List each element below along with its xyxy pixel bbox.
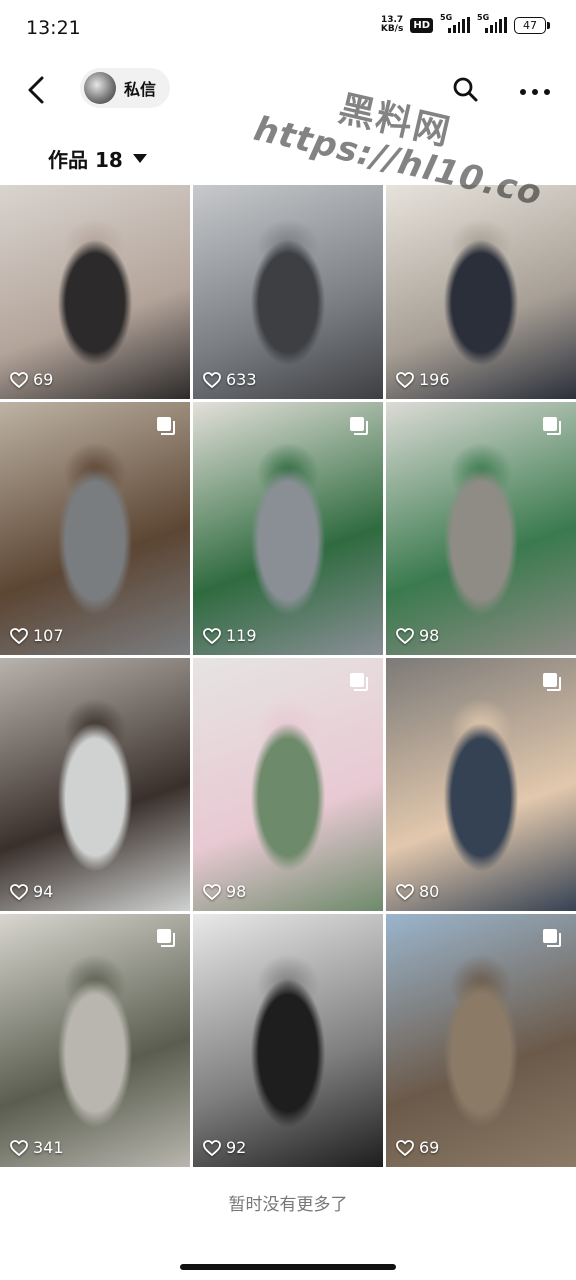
home-indicator[interactable] [180,1264,396,1270]
video-tile[interactable]: 94 [0,658,190,911]
heart-icon [10,883,28,900]
multi-image-icon [157,929,175,947]
caret-down-icon [132,154,147,163]
heart-icon [10,627,28,644]
like-count: 98 [396,626,439,645]
video-tile[interactable]: 98 [386,402,576,655]
heart-icon [396,627,414,644]
video-thumbnail [0,914,190,1167]
video-thumbnail [386,402,576,655]
video-tile[interactable]: 119 [193,402,383,655]
video-tile[interactable]: 107 [0,402,190,655]
search-icon [453,77,478,102]
signal-icon-2: 5G [477,13,507,33]
signal-icon: 5G [440,13,470,33]
heart-icon [396,1139,414,1156]
net-speed: 13.7 KB/s [380,15,404,34]
like-count: 196 [396,370,450,389]
video-thumbnail [386,185,576,399]
hd-icon: HD [410,17,433,33]
message-label: 私信 [124,80,157,99]
chevron-left-icon [28,76,44,104]
status-icons: 13.7 KB/s HD 5G 5G 47 [380,13,550,34]
video-thumbnail [193,914,383,1167]
avatar [84,72,116,104]
end-of-list-text: 暂时没有更多了 [228,1195,348,1215]
profile-header: 私信 [0,58,576,124]
battery-icon: 47 [514,16,550,34]
status-time: 13:21 [26,17,81,39]
heart-icon [203,371,221,388]
like-count: 92 [203,1138,246,1157]
like-count: 69 [396,1138,439,1157]
video-thumbnail [0,402,190,655]
video-tile[interactable]: 69 [0,185,190,399]
like-count: 98 [203,882,246,901]
video-thumbnail [386,914,576,1167]
heart-icon [396,371,414,388]
video-tile[interactable]: 69 [386,914,576,1167]
video-thumbnail [193,402,383,655]
more-icon [520,89,550,95]
works-tab-label: 作品 18 [48,148,123,172]
video-thumbnail [193,658,383,911]
multi-image-icon [157,417,175,435]
video-tile[interactable]: 92 [193,914,383,1167]
like-count: 94 [10,882,53,901]
like-count: 80 [396,882,439,901]
video-tile[interactable]: 98 [193,658,383,911]
like-count: 107 [10,626,64,645]
heart-icon [10,371,28,388]
video-thumbnail [386,658,576,911]
heart-icon [10,1139,28,1156]
heart-icon [203,883,221,900]
multi-image-icon [350,417,368,435]
video-tile[interactable]: 341 [0,914,190,1167]
video-thumbnail [193,185,383,399]
message-button[interactable]: 私信 [80,68,171,108]
like-count: 633 [203,370,257,389]
multi-image-icon [543,673,561,691]
back-button[interactable] [20,70,60,110]
like-count: 69 [10,370,53,389]
heart-icon [203,1139,221,1156]
video-tile[interactable]: 633 [193,185,383,399]
video-thumbnail [0,185,190,399]
video-thumbnail [0,658,190,911]
video-tile[interactable]: 196 [386,185,576,399]
multi-image-icon [350,673,368,691]
more-button[interactable] [514,70,558,110]
heart-icon [396,883,414,900]
multi-image-icon [543,929,561,947]
multi-image-icon [543,417,561,435]
video-tile[interactable]: 80 [386,658,576,911]
like-count: 341 [10,1138,64,1157]
status-bar: 13:21 13.7 KB/s HD 5G 5G 47 [0,0,576,58]
search-button[interactable] [446,70,486,110]
like-count: 119 [203,626,257,645]
works-tab[interactable]: 作品 18 [48,144,147,173]
heart-icon [203,627,221,644]
